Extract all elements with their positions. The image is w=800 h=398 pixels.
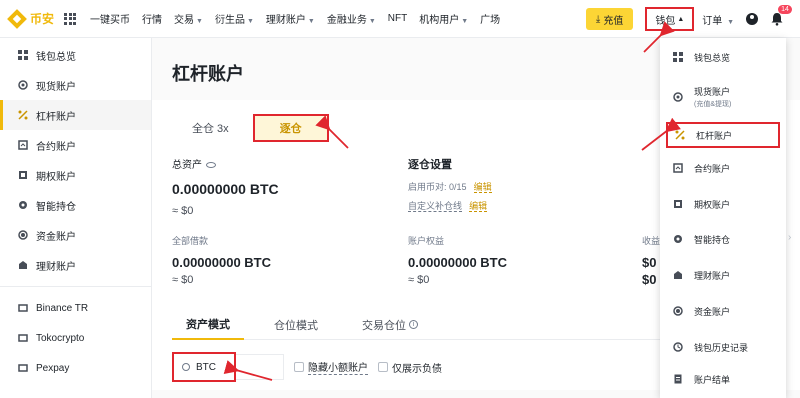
arrow-to-margin-item [641, 117, 681, 151]
arrow-to-wallet [643, 21, 675, 53]
arrow-to-search [223, 360, 273, 381]
arrow-to-isolated-tab [315, 115, 349, 149]
annotation-arrows [223, 21, 681, 381]
